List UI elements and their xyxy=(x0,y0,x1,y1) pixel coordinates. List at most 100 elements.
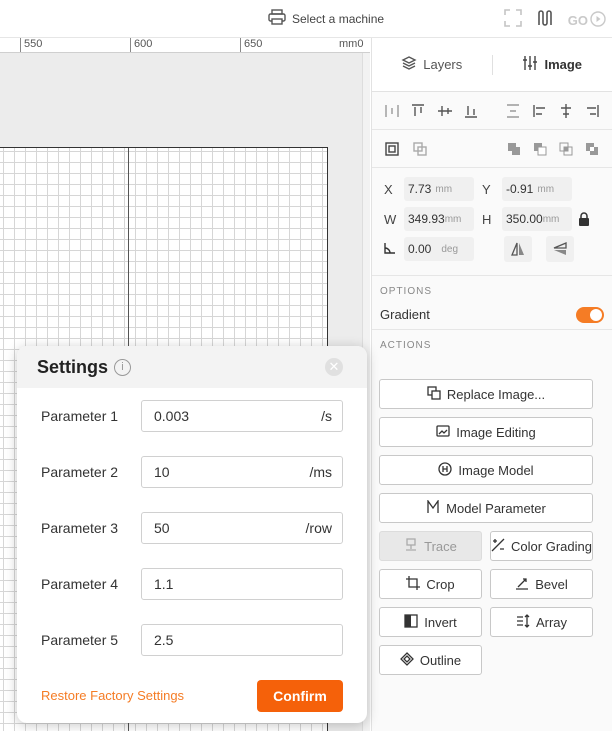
model-parameter-icon xyxy=(426,498,440,517)
confirm-button[interactable]: Confirm xyxy=(257,680,343,712)
image-model-icon xyxy=(438,461,453,479)
w-label: W xyxy=(384,211,397,227)
select-machine-button[interactable]: Select a machine xyxy=(268,9,384,28)
color-grading-icon xyxy=(491,538,505,555)
union-icon[interactable] xyxy=(502,137,526,161)
model-parameter-label: Model Parameter xyxy=(446,500,546,516)
go-button[interactable]: GO xyxy=(568,11,606,30)
outline-button[interactable]: Outline xyxy=(379,645,482,675)
parameter-input[interactable]: 0.003 /s xyxy=(141,400,343,432)
trace-button[interactable]: Trace xyxy=(379,531,482,561)
align-vertical-center-icon[interactable] xyxy=(433,99,457,123)
width-input[interactable]: 349.93 mm xyxy=(404,207,474,231)
distribute-vertical-icon[interactable] xyxy=(501,99,525,123)
parameter-unit: /s xyxy=(321,408,332,424)
h-label: H xyxy=(482,211,492,227)
parameter-value: 2.5 xyxy=(154,632,174,648)
actions-header: ACTIONS xyxy=(380,340,432,351)
image-editing-label: Image Editing xyxy=(456,424,536,440)
y-value: -0.91 xyxy=(506,182,534,196)
trace-label: Trace xyxy=(424,538,457,554)
parameter-value: 50 xyxy=(154,520,170,536)
parameter-row: Parameter 1 0.003 /s xyxy=(17,400,367,434)
options-header: OPTIONS xyxy=(380,286,433,297)
x-input[interactable]: 7.73 mm xyxy=(404,177,474,201)
parameter-label: Parameter 3 xyxy=(41,520,119,536)
array-icon xyxy=(516,613,530,631)
x-value: 7.73 xyxy=(408,182,432,196)
settings-dialog: Settings i ✕ Parameter 1 0.003 /s Parame… xyxy=(17,346,367,723)
layers-icon xyxy=(401,55,417,74)
invert-button[interactable]: Invert xyxy=(379,607,482,637)
distribute-horizontal-icon[interactable] xyxy=(380,99,404,123)
parameter-input[interactable]: 10 /ms xyxy=(141,456,343,488)
panel-tabs: Layers Image xyxy=(372,38,612,92)
parameter-unit: /row xyxy=(305,520,332,536)
invert-label: Invert xyxy=(424,614,457,630)
parameter-input[interactable]: 1.1 xyxy=(141,568,343,600)
crop-button[interactable]: Crop xyxy=(379,569,482,599)
parameter-value: 1.1 xyxy=(154,576,174,592)
parameter-input[interactable]: 2.5 xyxy=(141,624,343,656)
align-right-icon[interactable] xyxy=(580,99,604,123)
array-button[interactable]: Array xyxy=(490,607,593,637)
select-machine-label: Select a machine xyxy=(292,11,385,26)
tab-image[interactable]: Image xyxy=(493,55,612,74)
align-left-icon[interactable] xyxy=(528,99,552,123)
rotation-input[interactable]: 0.00 deg xyxy=(404,237,474,261)
replace-image-icon xyxy=(427,385,441,403)
ungroup-icon[interactable] xyxy=(408,137,432,161)
image-edit-icon xyxy=(436,424,450,441)
crop-icon xyxy=(406,575,421,593)
h-unit: mm xyxy=(542,213,560,225)
group-icon[interactable] xyxy=(380,137,404,161)
intersect-icon[interactable] xyxy=(554,137,578,161)
lock-icon[interactable] xyxy=(578,212,590,226)
play-icon xyxy=(590,11,606,30)
height-input[interactable]: 350.00 mm xyxy=(502,207,572,231)
parameter-row: Parameter 5 2.5 xyxy=(17,624,367,658)
parameter-row: Parameter 3 50 /row xyxy=(17,512,367,546)
y-input[interactable]: -0.91 mm xyxy=(502,177,572,201)
angle-value: 0.00 xyxy=(408,242,432,256)
parameter-unit: /ms xyxy=(309,464,332,480)
y-unit: mm xyxy=(537,183,555,195)
image-model-label: Image Model xyxy=(458,462,534,478)
h-value: 350.00 xyxy=(506,212,543,226)
dialog-header: Settings i ✕ xyxy=(17,346,367,388)
bevel-button[interactable]: Bevel xyxy=(490,569,593,599)
model-parameter-button[interactable]: Model Parameter xyxy=(379,493,593,523)
ruler-unit: mm0 xyxy=(339,38,364,50)
align-top-icon[interactable] xyxy=(406,99,430,123)
tab-layers-label: Layers xyxy=(423,57,463,72)
align-horizontal-center-icon[interactable] xyxy=(554,99,578,123)
info-icon[interactable]: i xyxy=(114,358,132,376)
replace-image-label: Replace Image... xyxy=(446,386,546,402)
subtract-icon[interactable] xyxy=(528,137,552,161)
outline-icon xyxy=(399,651,414,669)
frame-icon[interactable] xyxy=(503,9,522,32)
flip-vertical-icon[interactable] xyxy=(546,236,574,262)
exclude-icon[interactable] xyxy=(580,137,604,161)
tab-layers[interactable]: Layers xyxy=(372,55,492,74)
close-icon[interactable]: ✕ xyxy=(325,358,343,376)
parameter-label: Parameter 5 xyxy=(41,632,119,648)
angle-unit: deg xyxy=(441,243,459,255)
restore-factory-settings-link[interactable]: Restore Factory Settings xyxy=(41,688,184,703)
gradient-toggle[interactable] xyxy=(576,306,604,323)
image-model-button[interactable]: Image Model xyxy=(379,455,593,485)
parameter-input[interactable]: 50 /row xyxy=(141,512,343,544)
tab-image-label: Image xyxy=(544,57,583,72)
gradient-label: Gradient xyxy=(380,307,430,322)
replace-image-button[interactable]: Replace Image... xyxy=(379,379,593,409)
array-label: Array xyxy=(535,614,568,630)
path-icon[interactable] xyxy=(536,9,554,32)
color-grading-button[interactable]: Color Grading xyxy=(490,531,593,561)
printer-icon xyxy=(268,9,286,28)
dialog-title: Settings xyxy=(37,356,109,377)
flip-horizontal-icon[interactable] xyxy=(504,236,532,262)
align-bottom-icon[interactable] xyxy=(459,99,483,123)
parameter-value: 0.003 xyxy=(154,408,190,424)
go-label: GO xyxy=(567,13,588,28)
image-editing-button[interactable]: Image Editing xyxy=(379,417,593,447)
